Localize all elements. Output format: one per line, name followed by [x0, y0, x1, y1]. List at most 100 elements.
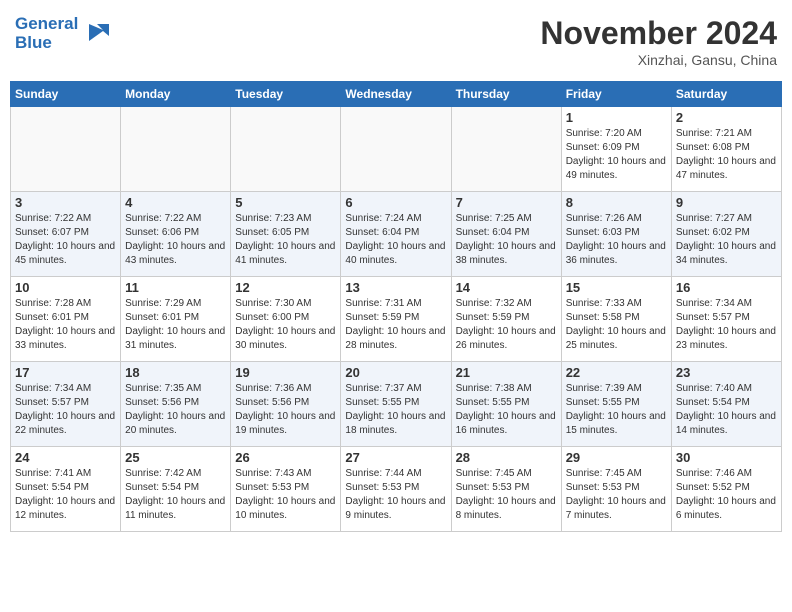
calendar-header-monday: Monday [121, 82, 231, 107]
day-number: 20 [345, 365, 446, 380]
calendar-cell: 26Sunrise: 7:43 AM Sunset: 5:53 PM Dayli… [231, 447, 341, 532]
day-info: Sunrise: 7:29 AM Sunset: 6:01 PM Dayligh… [125, 297, 226, 353]
day-number: 12 [235, 280, 336, 295]
title-block: November 2024 Xinzhai, Gansu, China [540, 15, 777, 68]
calendar-table: SundayMondayTuesdayWednesdayThursdayFrid… [10, 81, 782, 532]
calendar-cell: 6 Sunrise: 7:24 AM Sunset: 6:04 PM Daylig… [341, 192, 451, 277]
calendar-header-saturday: Saturday [671, 82, 781, 107]
day-number: 3 [15, 195, 116, 210]
day-number: 21 [456, 365, 557, 380]
calendar-cell: 19Sunrise: 7:36 AM Sunset: 5:56 PM Dayli… [231, 362, 341, 447]
calendar-cell: 18 Sunrise: 7:35 AM Sunset: 5:56 PM Dayli… [121, 362, 231, 447]
calendar-cell [121, 107, 231, 192]
calendar-week-3: 10Sunrise: 7:28 AM Sunset: 6:01 PM Dayli… [11, 277, 782, 362]
calendar-week-5: 24 Sunrise: 7:41 AM Sunset: 5:54 PM Dayli… [11, 447, 782, 532]
calendar-cell: 1 Sunrise: 7:20 AM Sunset: 6:09 PM Daylig… [561, 107, 671, 192]
day-number: 23 [676, 365, 777, 380]
calendar-cell [451, 107, 561, 192]
day-info: Sunrise: 7:25 AM Sunset: 6:04 PM Dayligh… [456, 212, 557, 268]
day-number: 13 [345, 280, 446, 295]
day-info: Sunrise: 7:31 AM Sunset: 5:59 PM Dayligh… [345, 297, 446, 353]
day-info: Sunrise: 7:40 AM Sunset: 5:54 PM Dayligh… [676, 382, 777, 438]
calendar-cell: 30 Sunrise: 7:46 AM Sunset: 5:52 PM Dayli… [671, 447, 781, 532]
day-info: Sunrise: 7:22 AM Sunset: 6:07 PM Dayligh… [15, 212, 116, 268]
calendar-cell: 3 Sunrise: 7:22 AM Sunset: 6:07 PM Daylig… [11, 192, 121, 277]
day-number: 1 [566, 110, 667, 125]
day-number: 10 [15, 280, 116, 295]
day-info: Sunrise: 7:33 AM Sunset: 5:58 PM Dayligh… [566, 297, 667, 353]
logo-text: General [15, 15, 78, 34]
day-info: Sunrise: 7:41 AM Sunset: 5:54 PM Dayligh… [15, 467, 116, 523]
day-info: Sunrise: 7:23 AM Sunset: 6:05 PM Dayligh… [235, 212, 336, 268]
day-info: Sunrise: 7:46 AM Sunset: 5:52 PM Dayligh… [676, 467, 777, 523]
day-number: 18 [125, 365, 226, 380]
day-number: 4 [125, 195, 226, 210]
calendar-cell: 23 Sunrise: 7:40 AM Sunset: 5:54 PM Dayli… [671, 362, 781, 447]
calendar-header-thursday: Thursday [451, 82, 561, 107]
day-info: Sunrise: 7:34 AM Sunset: 5:57 PM Dayligh… [676, 297, 777, 353]
calendar-cell: 8 Sunrise: 7:26 AM Sunset: 6:03 PM Daylig… [561, 192, 671, 277]
calendar-cell: 15 Sunrise: 7:33 AM Sunset: 5:58 PM Dayli… [561, 277, 671, 362]
calendar-cell: 10Sunrise: 7:28 AM Sunset: 6:01 PM Dayli… [11, 277, 121, 362]
calendar-week-4: 17 Sunrise: 7:34 AM Sunset: 5:57 PM Dayli… [11, 362, 782, 447]
day-number: 5 [235, 195, 336, 210]
day-info: Sunrise: 7:45 AM Sunset: 5:53 PM Dayligh… [456, 467, 557, 523]
calendar-cell: 27Sunrise: 7:44 AM Sunset: 5:53 PM Dayli… [341, 447, 451, 532]
day-number: 17 [15, 365, 116, 380]
day-info: Sunrise: 7:32 AM Sunset: 5:59 PM Dayligh… [456, 297, 557, 353]
day-info: Sunrise: 7:44 AM Sunset: 5:53 PM Dayligh… [345, 467, 446, 523]
calendar-week-2: 3 Sunrise: 7:22 AM Sunset: 6:07 PM Daylig… [11, 192, 782, 277]
calendar-cell: 28Sunrise: 7:45 AM Sunset: 5:53 PM Dayli… [451, 447, 561, 532]
day-info: Sunrise: 7:43 AM Sunset: 5:53 PM Dayligh… [235, 467, 336, 523]
day-info: Sunrise: 7:26 AM Sunset: 6:03 PM Dayligh… [566, 212, 667, 268]
day-number: 22 [566, 365, 667, 380]
day-number: 8 [566, 195, 667, 210]
day-info: Sunrise: 7:45 AM Sunset: 5:53 PM Dayligh… [566, 467, 667, 523]
calendar-cell [341, 107, 451, 192]
day-number: 19 [235, 365, 336, 380]
day-info: Sunrise: 7:21 AM Sunset: 6:08 PM Dayligh… [676, 127, 777, 183]
day-number: 7 [456, 195, 557, 210]
calendar-cell: 24 Sunrise: 7:41 AM Sunset: 5:54 PM Dayli… [11, 447, 121, 532]
logo-icon [81, 16, 111, 51]
day-info: Sunrise: 7:24 AM Sunset: 6:04 PM Dayligh… [345, 212, 446, 268]
calendar-header-sunday: Sunday [11, 82, 121, 107]
day-number: 15 [566, 280, 667, 295]
day-info: Sunrise: 7:37 AM Sunset: 5:55 PM Dayligh… [345, 382, 446, 438]
calendar-cell: 11 Sunrise: 7:29 AM Sunset: 6:01 PM Dayli… [121, 277, 231, 362]
day-number: 24 [15, 450, 116, 465]
calendar-cell: 21 Sunrise: 7:38 AM Sunset: 5:55 PM Dayli… [451, 362, 561, 447]
day-info: Sunrise: 7:30 AM Sunset: 6:00 PM Dayligh… [235, 297, 336, 353]
logo-text2: Blue [15, 34, 78, 53]
calendar-week-1: 1 Sunrise: 7:20 AM Sunset: 6:09 PM Daylig… [11, 107, 782, 192]
day-number: 9 [676, 195, 777, 210]
day-number: 11 [125, 280, 226, 295]
logo: General Blue [15, 15, 111, 52]
calendar-cell: 5 Sunrise: 7:23 AM Sunset: 6:05 PM Daylig… [231, 192, 341, 277]
day-number: 6 [345, 195, 446, 210]
calendar-cell: 22 Sunrise: 7:39 AM Sunset: 5:55 PM Dayli… [561, 362, 671, 447]
day-number: 14 [456, 280, 557, 295]
day-number: 2 [676, 110, 777, 125]
page-header: General Blue November 2024 Xinzhai, Gans… [10, 10, 782, 73]
day-info: Sunrise: 7:38 AM Sunset: 5:55 PM Dayligh… [456, 382, 557, 438]
day-info: Sunrise: 7:27 AM Sunset: 6:02 PM Dayligh… [676, 212, 777, 268]
month-title: November 2024 [540, 15, 777, 52]
day-number: 29 [566, 450, 667, 465]
calendar-cell: 4Sunrise: 7:22 AM Sunset: 6:06 PM Daylig… [121, 192, 231, 277]
calendar-cell [11, 107, 121, 192]
calendar-cell: 7 Sunrise: 7:25 AM Sunset: 6:04 PM Daylig… [451, 192, 561, 277]
day-info: Sunrise: 7:34 AM Sunset: 5:57 PM Dayligh… [15, 382, 116, 438]
calendar-cell: 25Sunrise: 7:42 AM Sunset: 5:54 PM Dayli… [121, 447, 231, 532]
calendar-cell [231, 107, 341, 192]
calendar-cell: 16Sunrise: 7:34 AM Sunset: 5:57 PM Dayli… [671, 277, 781, 362]
day-number: 30 [676, 450, 777, 465]
calendar-header-tuesday: Tuesday [231, 82, 341, 107]
calendar-cell: 12 Sunrise: 7:30 AM Sunset: 6:00 PM Dayli… [231, 277, 341, 362]
calendar-cell: 2 Sunrise: 7:21 AM Sunset: 6:08 PM Daylig… [671, 107, 781, 192]
calendar-cell: 9 Sunrise: 7:27 AM Sunset: 6:02 PM Daylig… [671, 192, 781, 277]
day-info: Sunrise: 7:20 AM Sunset: 6:09 PM Dayligh… [566, 127, 667, 183]
calendar-header-friday: Friday [561, 82, 671, 107]
day-info: Sunrise: 7:39 AM Sunset: 5:55 PM Dayligh… [566, 382, 667, 438]
day-info: Sunrise: 7:35 AM Sunset: 5:56 PM Dayligh… [125, 382, 226, 438]
